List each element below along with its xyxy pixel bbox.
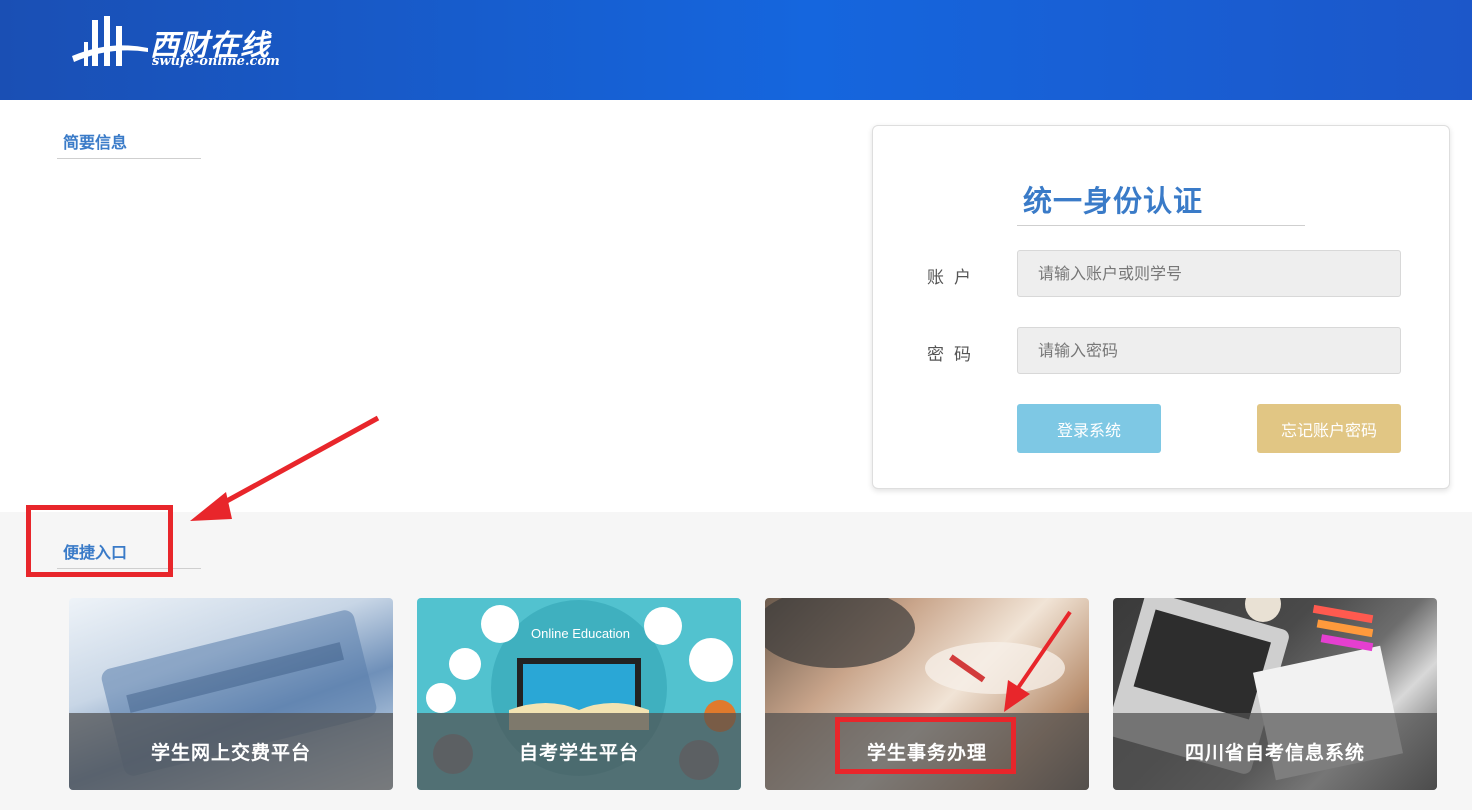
site-header: 西财在线 swufe-online.com — [0, 0, 1472, 100]
account-input[interactable] — [1017, 250, 1401, 297]
tile-sichuan-exam-info[interactable]: 四川省自考信息系统 — [1113, 598, 1437, 790]
login-title: 统一身份认证 — [1023, 184, 1204, 218]
tile-online-payment[interactable]: 学生网上交费平台 — [69, 598, 393, 790]
info-section-title: 简要信息 — [63, 133, 128, 152]
online-education-caption: Online Education — [531, 626, 631, 641]
tile-label: 四川省自考信息系统 — [1184, 742, 1365, 764]
site-logo[interactable]: 西财在线 swufe-online.com — [70, 12, 300, 74]
info-section-underline — [57, 158, 201, 159]
tile-label: 学生网上交费平台 — [150, 742, 311, 764]
account-label: 账户 — [927, 268, 981, 288]
forgot-password-button[interactable]: 忘记账户密码 — [1257, 404, 1401, 453]
swufe-logo-icon — [72, 16, 148, 66]
login-button[interactable]: 登录系统 — [1017, 404, 1161, 453]
tile-self-study-platform[interactable]: Online Education 自考学生平台 — [417, 598, 741, 790]
tile-label: 自考学生平台 — [518, 742, 639, 764]
highlight-box-student-affairs — [835, 717, 1016, 774]
logo-text-en: swufe-online.com — [152, 54, 280, 69]
password-label: 密码 — [927, 345, 981, 365]
highlight-box-quick-entry — [26, 505, 173, 577]
password-input[interactable] — [1017, 327, 1401, 374]
login-card: 统一身份认证 账户 密码 登录系统 忘记账户密码 — [872, 125, 1450, 489]
login-title-underline — [1017, 225, 1305, 226]
